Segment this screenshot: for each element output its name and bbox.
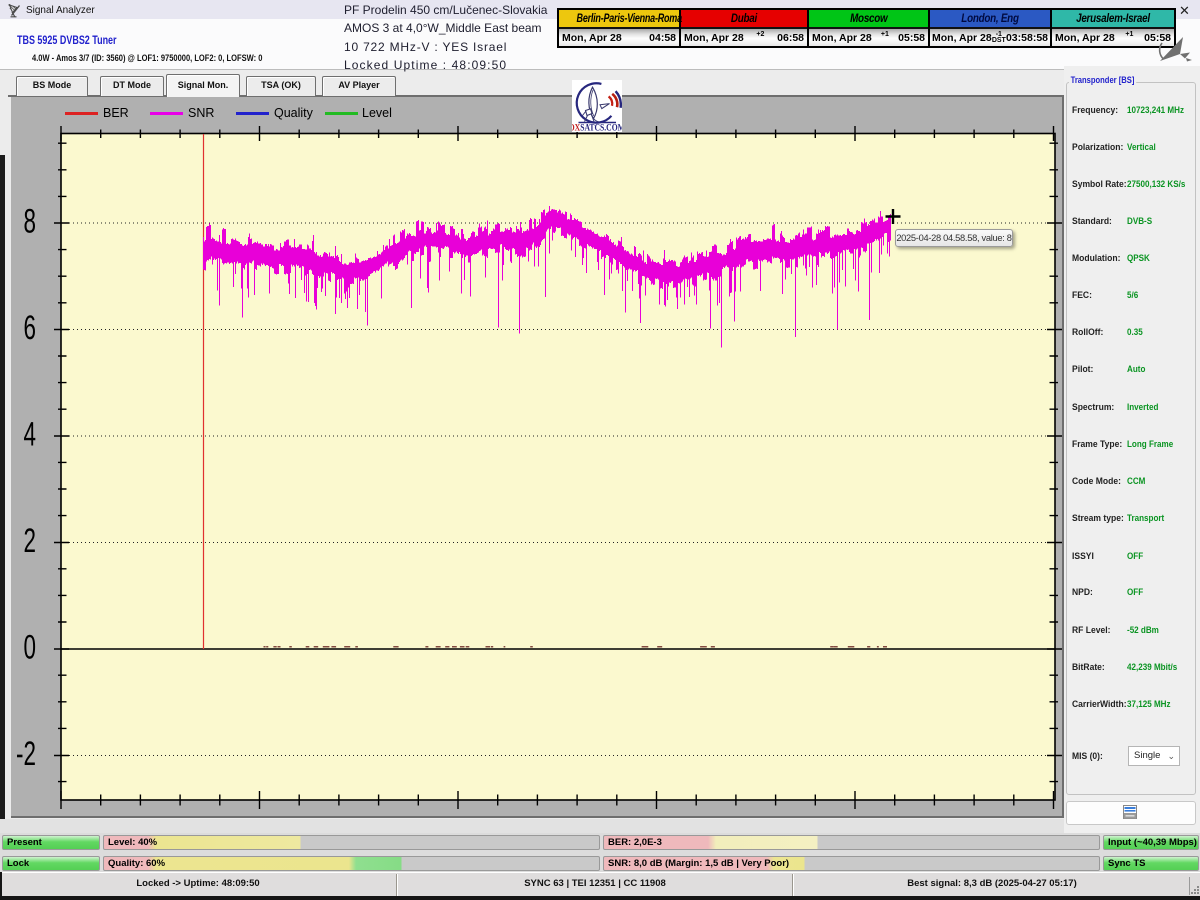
svg-text:DXSATCS.COM: DXSATCS.COM xyxy=(572,123,622,133)
svg-text:4: 4 xyxy=(24,415,36,453)
svg-text:8: 8 xyxy=(24,202,36,240)
svg-text:-2: -2 xyxy=(16,735,36,773)
svg-text:6: 6 xyxy=(24,309,36,347)
svg-text:0: 0 xyxy=(24,628,36,666)
svg-text:2: 2 xyxy=(24,522,36,560)
